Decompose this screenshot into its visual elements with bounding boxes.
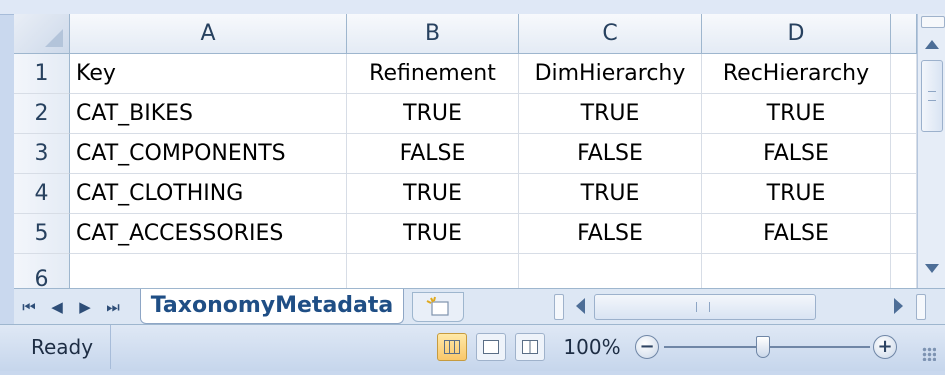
cell-a5[interactable]: CAT_ACCESSORIES (70, 214, 347, 254)
cell-a4[interactable]: CAT_CLOTHING (70, 174, 347, 214)
row-header[interactable]: 6 (14, 254, 70, 288)
insert-sheet-button[interactable] (412, 292, 464, 322)
ribbon-edge (0, 0, 945, 15)
column-header-row: A B C D (14, 14, 917, 54)
cell-b1[interactable]: Refinement (347, 54, 519, 94)
split-box-handle[interactable] (916, 294, 926, 320)
cell-b6[interactable] (347, 254, 519, 288)
cell-a1[interactable]: Key (70, 54, 347, 94)
row-header[interactable]: 2 (14, 94, 70, 134)
cell-d1[interactable]: RecHierarchy (702, 54, 891, 94)
page-break-preview-button[interactable] (515, 333, 545, 361)
table-row: 5 CAT_ACCESSORIES TRUE FALSE FALSE (14, 214, 917, 254)
cell-d6[interactable] (702, 254, 891, 288)
page-break-preview-icon (522, 340, 538, 354)
cell-e1[interactable] (891, 54, 917, 94)
insert-sheet-icon (426, 296, 449, 316)
page-layout-view-icon (483, 340, 499, 354)
table-row: 2 CAT_BIKES TRUE TRUE TRUE (14, 94, 917, 134)
cell-d4[interactable]: TRUE (702, 174, 891, 214)
status-text: Ready (14, 325, 111, 369)
first-sheet-icon[interactable]: ⏮ (18, 295, 40, 319)
row-header[interactable]: 3 (14, 134, 70, 174)
last-sheet-icon[interactable]: ⏭ (102, 295, 124, 319)
vertical-scrollbar[interactable] (917, 14, 945, 288)
cell-b3[interactable]: FALSE (347, 134, 519, 174)
zoom-slider-thumb[interactable] (756, 336, 770, 358)
normal-view-icon (444, 340, 460, 354)
scroll-up-icon[interactable] (925, 40, 939, 49)
tab-split-handle[interactable] (554, 294, 564, 320)
table-row: 4 CAT_CLOTHING TRUE TRUE TRUE (14, 174, 917, 214)
cell-d3[interactable]: FALSE (702, 134, 891, 174)
column-header-a[interactable]: A (70, 14, 347, 54)
horizontal-scrollbar[interactable] (554, 293, 939, 321)
column-header-b[interactable]: B (347, 14, 519, 54)
sheet-tab-bar: ⏮ ◀ ▶ ⏭ TaxonomyMetadata (14, 288, 945, 325)
column-header-d[interactable]: D (702, 14, 891, 54)
scroll-left-icon[interactable] (576, 298, 585, 314)
cell-c2[interactable]: TRUE (519, 94, 702, 134)
grip-icon (696, 302, 710, 312)
cell-b4[interactable]: TRUE (347, 174, 519, 214)
next-sheet-icon[interactable]: ▶ (74, 295, 96, 319)
select-all-icon (45, 29, 63, 47)
status-bar: Ready 100% − + (0, 324, 945, 371)
split-box-handle[interactable] (921, 16, 945, 28)
cell-c4[interactable]: TRUE (519, 174, 702, 214)
cell-c3[interactable]: FALSE (519, 134, 702, 174)
normal-view-button[interactable] (437, 333, 467, 361)
cell-c1[interactable]: DimHierarchy (519, 54, 702, 94)
horizontal-scroll-thumb[interactable] (594, 294, 816, 320)
cell-d5[interactable]: FALSE (702, 214, 891, 254)
zoom-level[interactable]: 100% (561, 325, 623, 369)
cell-a3[interactable]: CAT_COMPONENTS (70, 134, 347, 174)
cell-b5[interactable]: TRUE (347, 214, 519, 254)
select-all-button[interactable] (14, 14, 70, 54)
zoom-out-icon[interactable]: − (635, 335, 659, 359)
zoom-in-icon[interactable]: + (873, 335, 897, 359)
column-header-c[interactable]: C (519, 14, 702, 54)
table-row: 3 CAT_COMPONENTS FALSE FALSE FALSE (14, 134, 917, 174)
excel-window: A B C D 1 Key Refinement DimHierarchy Re… (0, 0, 945, 375)
cell-e3[interactable] (891, 134, 917, 174)
cell-c5[interactable]: FALSE (519, 214, 702, 254)
scroll-right-icon[interactable] (894, 298, 903, 314)
spreadsheet-grid[interactable]: A B C D 1 Key Refinement DimHierarchy Re… (14, 14, 917, 288)
resize-grip-icon[interactable] (922, 347, 936, 361)
vertical-scroll-thumb[interactable] (921, 60, 943, 132)
grip-icon (928, 91, 936, 101)
page-layout-view-button[interactable] (476, 333, 506, 361)
column-header-e[interactable] (891, 14, 917, 54)
cell-e4[interactable] (891, 174, 917, 214)
table-row: 6 (14, 254, 917, 288)
cell-e5[interactable] (891, 214, 917, 254)
cell-d2[interactable]: TRUE (702, 94, 891, 134)
sheet-tab-taxonomymetadata[interactable]: TaxonomyMetadata (140, 289, 404, 324)
cell-a6[interactable] (70, 254, 347, 288)
row-header[interactable]: 1 (14, 54, 70, 94)
cell-a2[interactable]: CAT_BIKES (70, 94, 347, 134)
previous-sheet-icon[interactable]: ◀ (46, 295, 68, 319)
cell-e6[interactable] (891, 254, 917, 288)
table-row: 1 Key Refinement DimHierarchy RecHierarc… (14, 54, 917, 94)
row-header[interactable]: 4 (14, 174, 70, 214)
scroll-down-icon[interactable] (925, 264, 939, 273)
row-header[interactable]: 5 (14, 214, 70, 254)
cell-e2[interactable] (891, 94, 917, 134)
cell-b2[interactable]: TRUE (347, 94, 519, 134)
cell-c6[interactable] (519, 254, 702, 288)
